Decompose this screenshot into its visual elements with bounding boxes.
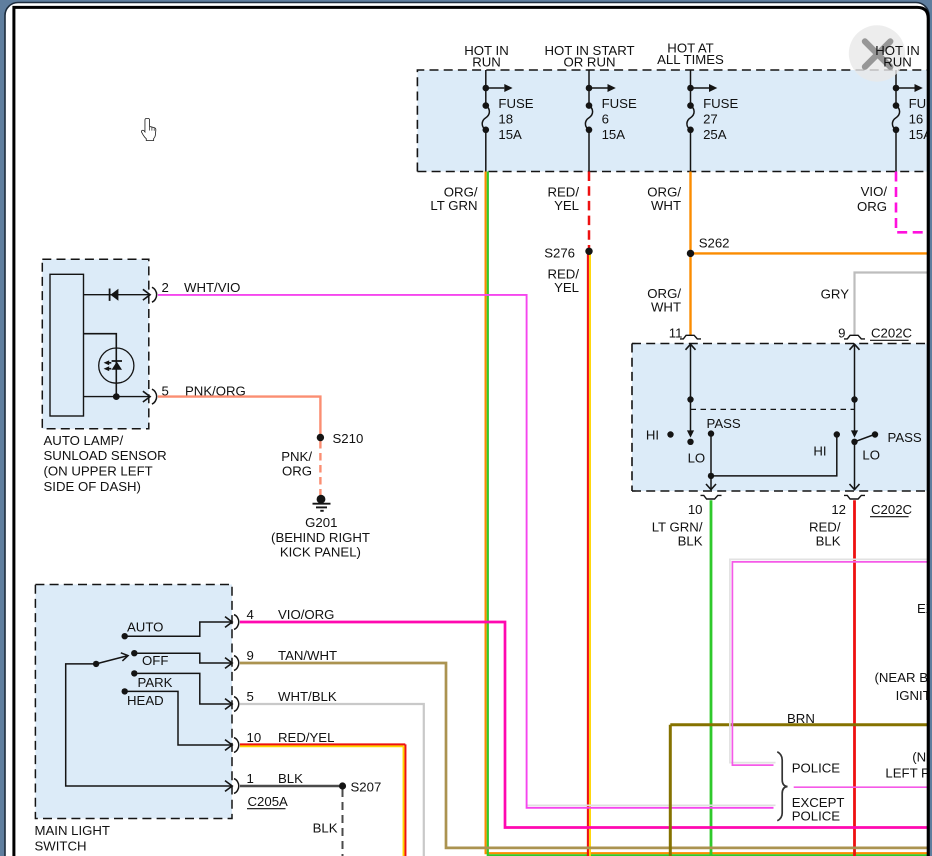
svg-text:HI: HI	[646, 428, 659, 443]
svg-text:PASS: PASS	[888, 430, 922, 445]
svg-text:C202C: C202C	[871, 502, 913, 517]
svg-text:LEFT FRONT: LEFT FRONT	[885, 765, 932, 780]
svg-text:IGNITION: IGNITION	[896, 688, 932, 703]
svg-text:S210: S210	[333, 431, 364, 446]
svg-text:YEL: YEL	[554, 280, 579, 295]
svg-text:ORG: ORG	[857, 199, 887, 214]
svg-text:12: 12	[831, 502, 846, 517]
svg-text:LT GRN: LT GRN	[430, 198, 477, 213]
svg-text:5: 5	[247, 689, 254, 704]
svg-text:C205A: C205A	[248, 794, 289, 809]
svg-text:(NEAR BRAKE: (NEAR BRAKE	[875, 670, 932, 685]
svg-text:PARK: PARK	[138, 675, 173, 690]
svg-text:LT GRN/: LT GRN/	[652, 520, 703, 535]
svg-text:POLICE: POLICE	[792, 761, 841, 776]
svg-text:WHT/BLK: WHT/BLK	[278, 689, 337, 704]
svg-text:KICK PANEL): KICK PANEL)	[280, 545, 361, 560]
svg-text:FUSE: FUSE	[602, 96, 637, 111]
svg-text:GRY: GRY	[821, 286, 850, 301]
svg-text:FUSE: FUSE	[703, 96, 738, 111]
svg-text:ALL TIMES: ALL TIMES	[657, 52, 724, 67]
svg-text:WHT: WHT	[651, 299, 681, 314]
svg-text:VIO/: VIO/	[861, 184, 888, 199]
svg-text:S207: S207	[351, 780, 382, 795]
svg-text:RED/: RED/	[809, 520, 841, 535]
svg-text:9: 9	[838, 325, 845, 340]
svg-text:PNK/: PNK/	[281, 449, 312, 464]
svg-text:OFF: OFF	[142, 653, 168, 668]
svg-text:27: 27	[703, 111, 718, 126]
svg-text:RUN: RUN	[472, 55, 501, 70]
svg-text:25A: 25A	[703, 127, 727, 142]
svg-text:1: 1	[247, 771, 254, 786]
svg-text:WHT: WHT	[651, 198, 681, 213]
svg-text:BLK: BLK	[278, 771, 303, 786]
svg-text:SIDE OF DASH): SIDE OF DASH)	[44, 479, 141, 494]
svg-text:LO: LO	[862, 447, 880, 462]
svg-text:BLK: BLK	[313, 821, 338, 836]
svg-text:VIO/ORG: VIO/ORG	[278, 607, 334, 622]
svg-text:POLICE: POLICE	[792, 808, 841, 823]
svg-text:15A: 15A	[498, 127, 522, 142]
svg-text:MAIN LIGHT: MAIN LIGHT	[35, 823, 110, 838]
svg-text:11: 11	[669, 325, 683, 340]
svg-text:16: 16	[909, 111, 924, 126]
svg-text:RUN: RUN	[883, 55, 912, 70]
svg-text:BLK: BLK	[816, 534, 841, 549]
svg-text:HI: HI	[813, 443, 826, 458]
svg-text:BRN: BRN	[787, 711, 815, 726]
svg-text:HEAD: HEAD	[127, 693, 164, 708]
svg-text:(BEHIND RIGHT: (BEHIND RIGHT	[271, 530, 370, 545]
svg-text:FUSE: FUSE	[498, 96, 533, 111]
svg-text:S276: S276	[544, 246, 575, 261]
svg-text:BLK: BLK	[678, 534, 703, 549]
svg-text:C202C: C202C	[871, 325, 913, 340]
svg-text:LO: LO	[688, 451, 706, 466]
svg-text:18: 18	[498, 111, 513, 126]
svg-text:AUTO LAMP/: AUTO LAMP/	[44, 433, 124, 448]
svg-text:SWITCH: SWITCH	[35, 838, 87, 853]
svg-text:G201: G201	[305, 515, 337, 530]
svg-text:10: 10	[688, 502, 703, 517]
svg-text:(ON UPPER LEFT: (ON UPPER LEFT	[44, 464, 153, 479]
svg-text:OR RUN: OR RUN	[563, 55, 615, 70]
svg-text:SUNLOAD SENSOR: SUNLOAD SENSOR	[44, 448, 167, 463]
svg-text:10: 10	[247, 730, 262, 745]
svg-text:PASS: PASS	[707, 416, 741, 431]
svg-text:ORG: ORG	[282, 463, 312, 478]
svg-text:6: 6	[602, 111, 609, 126]
svg-text:AUTO: AUTO	[127, 619, 163, 634]
svg-text:9: 9	[247, 648, 254, 663]
svg-text:15A: 15A	[602, 127, 626, 142]
svg-text:WHT/VIO: WHT/VIO	[184, 280, 240, 295]
svg-text:YEL: YEL	[554, 198, 579, 213]
svg-text:RED/YEL: RED/YEL	[278, 730, 334, 745]
svg-text:2: 2	[162, 280, 169, 295]
svg-text:4: 4	[247, 607, 254, 622]
svg-text:S262: S262	[699, 235, 730, 250]
svg-text:TAN/WHT: TAN/WHT	[278, 648, 337, 663]
